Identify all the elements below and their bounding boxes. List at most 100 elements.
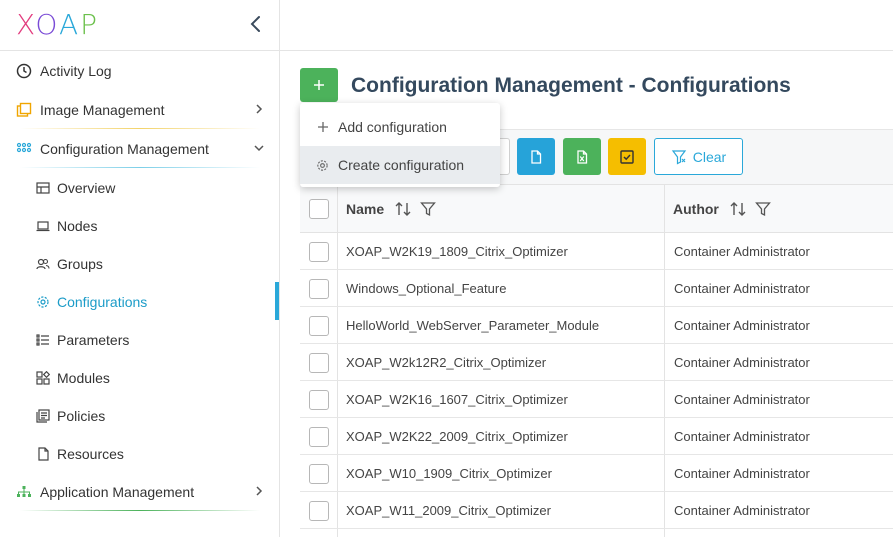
overview-icon: [34, 179, 52, 197]
table-row[interactable]: XOAP_W10_1909_Citrix_Optimizer Container…: [300, 455, 893, 492]
sidebar-item-modules[interactable]: Modules: [0, 361, 279, 395]
plus-icon: [314, 80, 324, 90]
filter-icon[interactable]: [755, 201, 771, 217]
column-label: Name: [346, 201, 385, 217]
row-checkbox[interactable]: [309, 427, 329, 447]
sidebar-item-resources[interactable]: Resources: [0, 437, 279, 471]
active-indicator: [275, 282, 279, 320]
sidebar-item-label: Parameters: [57, 332, 130, 348]
table-row[interactable]: Windows_Optional_Feature Container Admin…: [300, 270, 893, 307]
list-icon: [34, 331, 52, 349]
row-checkbox[interactable]: [309, 353, 329, 373]
chevron-right-icon: [252, 484, 266, 498]
table-row[interactable]: XOAP_W11_2009_Citrix_Optimizer Container…: [300, 492, 893, 529]
cell-name[interactable]: XOAP_W2K16_1607_Citrix_Optimizer: [346, 392, 568, 407]
cell-name[interactable]: XOAP_W2K19_1809_Citrix_Optimizer: [346, 244, 568, 259]
cell-name[interactable]: XOAP_W11_2009_Citrix_Optimizer: [346, 503, 551, 518]
sidebar-item-label: Configurations: [57, 294, 148, 310]
sidebar-item-overview[interactable]: Overview: [0, 171, 279, 205]
sidebar-item-label: Modules: [57, 370, 110, 386]
logo-letter: P: [80, 8, 99, 41]
logo-bar: XOAP: [0, 0, 279, 51]
filter-clear-icon: [671, 149, 686, 164]
image-stack-icon: [15, 101, 33, 119]
sidebar-item-label: Groups: [57, 256, 103, 272]
sidebar-item-label: Configuration Management: [40, 141, 209, 157]
cell-name[interactable]: XOAP_W10_1909_Citrix_Optimizer: [346, 466, 552, 481]
table-row[interactable]: XOAP_W2K16_1607_Citrix_Optimizer Contain…: [300, 381, 893, 418]
sidebar-item-policies[interactable]: Policies: [0, 399, 279, 433]
menu-item-label: Create configuration: [338, 157, 465, 173]
cell-author: Container Administrator: [674, 281, 810, 296]
logo-letter: A: [58, 8, 81, 41]
chevron-down-icon: [252, 141, 266, 155]
cell-author: Container Administrator: [674, 244, 810, 259]
clear-filters-button[interactable]: Clear: [654, 138, 743, 175]
section-divider: [20, 510, 260, 511]
row-checkbox[interactable]: [309, 390, 329, 410]
users-icon: [34, 255, 52, 273]
select-button[interactable]: [608, 138, 646, 175]
sidebar-item-configurations[interactable]: Configurations: [0, 285, 279, 319]
sort-icon[interactable]: [729, 200, 747, 218]
column-label: Author: [673, 201, 719, 217]
sidebar-item-label: Activity Log: [40, 63, 112, 79]
chevron-right-icon: [252, 102, 266, 116]
section-divider: [20, 167, 260, 168]
cell-name[interactable]: Windows_Optional_Feature: [346, 281, 506, 296]
excel-icon: [577, 149, 588, 164]
sidebar-item-parameters[interactable]: Parameters: [0, 323, 279, 357]
table-row[interactable]: XOAP_W2k12R2_Citrix_Optimizer Container …: [300, 344, 893, 381]
table-header: Name Author: [300, 184, 893, 233]
sidebar-item-activity-log[interactable]: Activity Log: [0, 54, 279, 88]
gear-icon: [316, 159, 329, 172]
sidebar-item-configuration-management[interactable]: Configuration Management: [0, 132, 279, 166]
menu-item-add-configuration[interactable]: Add configuration: [300, 108, 500, 146]
policy-icon: [34, 407, 52, 425]
logo-letter: O: [35, 8, 59, 41]
sidebar-item-application-management[interactable]: Application Management: [0, 475, 279, 509]
cell-name[interactable]: HelloWorld_WebServer_Parameter_Module: [346, 318, 599, 333]
row-checkbox[interactable]: [309, 242, 329, 262]
xoap-logo[interactable]: XOAP: [16, 9, 99, 41]
sidebar-item-label: Overview: [57, 180, 116, 196]
cell-name[interactable]: XOAP_W2K22_2009_Citrix_Optimizer: [346, 429, 568, 444]
checkbox-icon: [620, 149, 634, 164]
row-checkbox[interactable]: [309, 316, 329, 336]
filter-icon[interactable]: [420, 201, 437, 217]
sidebar-item-label: Image Management: [40, 102, 165, 118]
sidebar-item-label: Nodes: [57, 218, 98, 234]
cell-author: Container Administrator: [674, 318, 810, 333]
export-excel-button[interactable]: [563, 138, 601, 175]
sidebar: XOAP Activity Log Image Management Confi…: [0, 0, 280, 537]
chevron-left-icon[interactable]: [246, 13, 266, 37]
select-all-checkbox[interactable]: [309, 199, 329, 219]
sort-icon[interactable]: [394, 200, 412, 218]
cell-author: Container Administrator: [674, 503, 810, 518]
add-button[interactable]: [300, 68, 338, 102]
cell-author: Container Administrator: [674, 429, 810, 444]
table-row[interactable]: XOAP_W2K19_1809_Citrix_Optimizer Contain…: [300, 233, 893, 270]
add-dropdown-menu: Add configuration Create configuration: [300, 103, 500, 187]
column-header-name[interactable]: Name: [346, 185, 437, 233]
sidebar-item-groups[interactable]: Groups: [0, 247, 279, 281]
row-checkbox[interactable]: [309, 501, 329, 521]
sidebar-item-image-management[interactable]: Image Management: [0, 93, 279, 127]
table-row[interactable]: HelloWorld_WebServer_Parameter_Module Co…: [300, 307, 893, 344]
menu-item-label: Add configuration: [338, 119, 447, 135]
clock-icon: [15, 62, 33, 80]
column-header-author[interactable]: Author: [673, 185, 771, 233]
file-icon: [531, 149, 542, 164]
modules-icon: [34, 369, 52, 387]
sitemap-icon: [15, 483, 33, 501]
sidebar-item-nodes[interactable]: Nodes: [0, 209, 279, 243]
export-file-button[interactable]: [517, 138, 555, 175]
table-row[interactable]: XOAP_W2K22_2009_Citrix_Optimizer Contain…: [300, 418, 893, 455]
row-checkbox[interactable]: [309, 464, 329, 484]
menu-item-create-configuration[interactable]: Create configuration: [300, 146, 500, 184]
cell-name[interactable]: XOAP_W2k12R2_Citrix_Optimizer: [346, 355, 546, 370]
sidebar-item-label: Application Management: [40, 484, 195, 500]
gear-icon: [34, 293, 52, 311]
page-title: Configuration Management - Configuration…: [351, 74, 791, 97]
row-checkbox[interactable]: [309, 279, 329, 299]
